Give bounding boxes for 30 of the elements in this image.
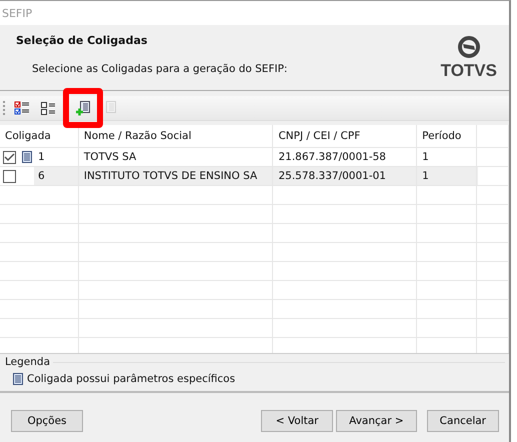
legend-text: Coligada possui parâmetros específicos — [27, 373, 236, 385]
checklist-icon — [14, 101, 30, 115]
document-icon — [13, 373, 23, 385]
options-button[interactable]: Opções — [11, 410, 83, 432]
table-cell: INSTITUTO TOTVS DE ENSINO SA — [78, 167, 274, 185]
table-cell: 25.578.337/0001-01 — [273, 167, 418, 185]
instruction-text: Selecione as Coligadas para a geração do SEFIP: — [32, 63, 288, 75]
table-row[interactable]: 6 INSTITUTO TOTVS DE ENSINO SA 25.578.337/0001-01 1 — [0, 167, 509, 186]
next-button[interactable]: Avançar > — [336, 410, 417, 432]
checkbox[interactable] — [3, 170, 16, 182]
window-title: SEFIP — [2, 6, 32, 20]
page-title: Seleção de Coligadas — [16, 34, 148, 47]
table-cell: 1 — [417, 148, 478, 166]
column-header[interactable]: Coligada — [0, 125, 79, 147]
table-cell: 1 — [38, 151, 45, 163]
back-button[interactable]: < Voltar — [261, 410, 334, 432]
logo-icon — [458, 36, 480, 58]
cancel-button[interactable]: Cancelar — [426, 410, 499, 432]
checklist-icon — [40, 101, 56, 115]
column-header[interactable]: Nome / Razão Social — [78, 125, 274, 147]
table-cell: TOTVS SA — [78, 148, 274, 166]
checkbox[interactable] — [3, 150, 16, 164]
legend-title: Legenda — [5, 356, 50, 368]
column-header[interactable]: Período — [417, 125, 478, 147]
column-header[interactable]: CNPJ / CEI / CPF — [273, 125, 418, 147]
add-document-icon — [75, 100, 91, 116]
logo-text: TOTVS — [440, 61, 497, 81]
table-cell: 1 — [417, 167, 478, 185]
table-cell: 6 — [38, 170, 45, 182]
table-cell: 21.867.387/0001-58 — [273, 148, 418, 166]
